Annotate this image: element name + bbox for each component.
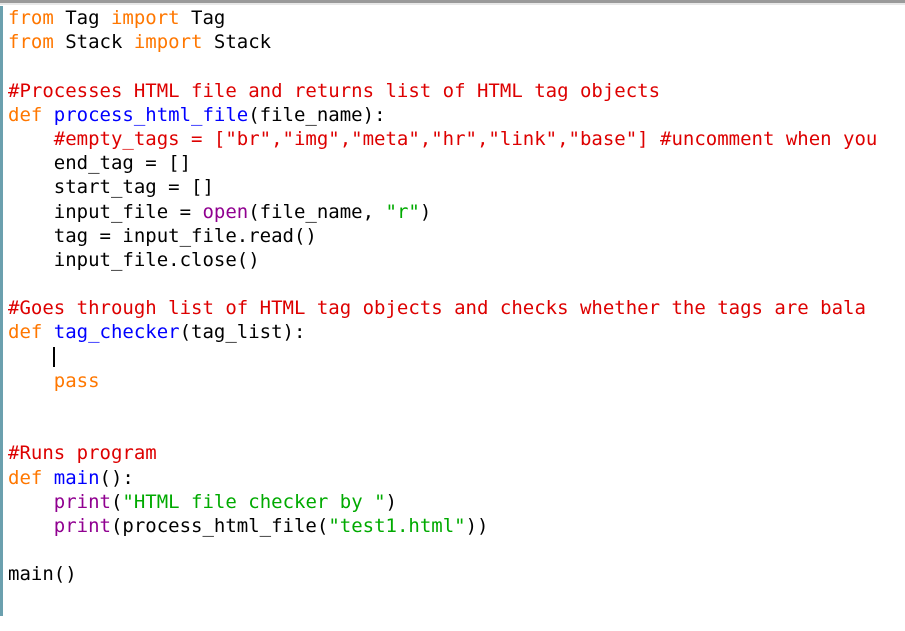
code-line[interactable]: #Processes HTML file and returns list of… [8,79,905,103]
code-token-keyword: import [110,7,192,29]
code-line[interactable]: from Tag import Tag [8,6,905,30]
code-line[interactable]: end_tag = [] [8,151,905,175]
code-token-definition: tag_checker [53,321,180,344]
code-token-builtin: print [53,514,111,537]
code-token-comment: #Runs program [8,442,157,465]
code-token-comment: #Processes HTML file and returns list of… [8,79,661,102]
code-token-plain: main() [8,563,77,586]
code-line[interactable] [8,54,905,78]
code-token-plain: (tag_list): [179,321,306,344]
code-token-plain: Tag [191,7,226,29]
code-token-plain: ( [110,490,123,513]
code-line[interactable]: #empty_tags = ["br","img","meta","hr","l… [8,127,905,151]
code-token-plain: (file_name, [248,200,386,223]
code-token-string: "r" [385,200,420,223]
code-token-plain: Stack [213,31,272,54]
code-line[interactable] [8,345,905,369]
code-line[interactable]: def main(): [8,466,905,490]
code-line[interactable] [8,611,905,631]
code-line[interactable]: main() [8,562,905,586]
code-token-string: "HTML file checker by " [122,490,386,513]
code-line[interactable] [8,587,905,611]
code-line[interactable]: def tag_checker(tag_list): [8,320,905,344]
code-token-keyword: def [8,466,54,489]
code-line[interactable]: print("HTML file checker by ") [8,490,905,514]
code-line[interactable] [8,393,905,417]
text-caret [52,346,55,367]
code-token-plain: ) [419,200,432,223]
code-token-keyword: def [8,321,54,344]
code-token-keyword: from [8,31,66,54]
code-token-comment: #Goes through list of HTML tag objects a… [8,297,866,320]
code-line[interactable]: from Stack import Stack [8,30,905,54]
code-token-keyword: def [8,103,54,126]
code-token-plain: tag = input_file.read() [8,224,317,247]
code-line[interactable]: start_tag = [] [8,175,905,199]
code-token-plain: (process_html_file( [110,514,329,537]
code-line[interactable]: pass [8,369,905,393]
code-token-plain: (): [99,466,134,489]
code-text-area[interactable]: from Tag import Tag from Stack import Sta… [0,6,905,631]
code-token-plain: end_tag = [] [8,152,192,175]
code-line[interactable]: input_file = open(file_name, "r") [8,200,905,224]
code-line[interactable]: input_file.close() [8,248,905,272]
code-line[interactable]: tag = input_file.read() [8,224,905,248]
code-token-plain: input_file.close() [8,248,260,271]
code-token-builtin: open [202,200,249,223]
code-line[interactable]: #Goes through list of HTML tag objects a… [8,296,905,320]
code-line[interactable]: print(process_html_file("test1.html")) [8,514,905,538]
code-token-comment: #empty_tags = ["br","img","meta","hr","l… [8,127,878,150]
code-token-plain: )) [465,514,489,537]
code-line[interactable] [8,417,905,441]
code-token-keyword: import [133,31,214,54]
python-editor-window: from Tag import Tag from Stack import Sta… [0,0,905,631]
code-token-keyword: pass [53,369,100,392]
code-token-plain: start_tag = [] [8,176,214,199]
code-token-plain: ) [385,490,397,513]
code-token-keyword: from [8,7,66,29]
code-token-plain: (file_name): [248,103,386,126]
code-line[interactable]: def process_html_file(file_name): [8,103,905,127]
code-token-plain: Stack [65,31,134,54]
code-line[interactable] [8,538,905,562]
code-token-plain: input_file = [8,200,203,223]
code-line[interactable]: #Runs program [8,441,905,465]
code-token-builtin: print [53,490,111,513]
code-line[interactable] [8,272,905,296]
code-token-string: "test1.html" [328,514,466,537]
code-token-plain: Tag [65,7,111,29]
code-token-definition: main [53,466,100,489]
code-token-definition: process_html_file [53,103,249,126]
